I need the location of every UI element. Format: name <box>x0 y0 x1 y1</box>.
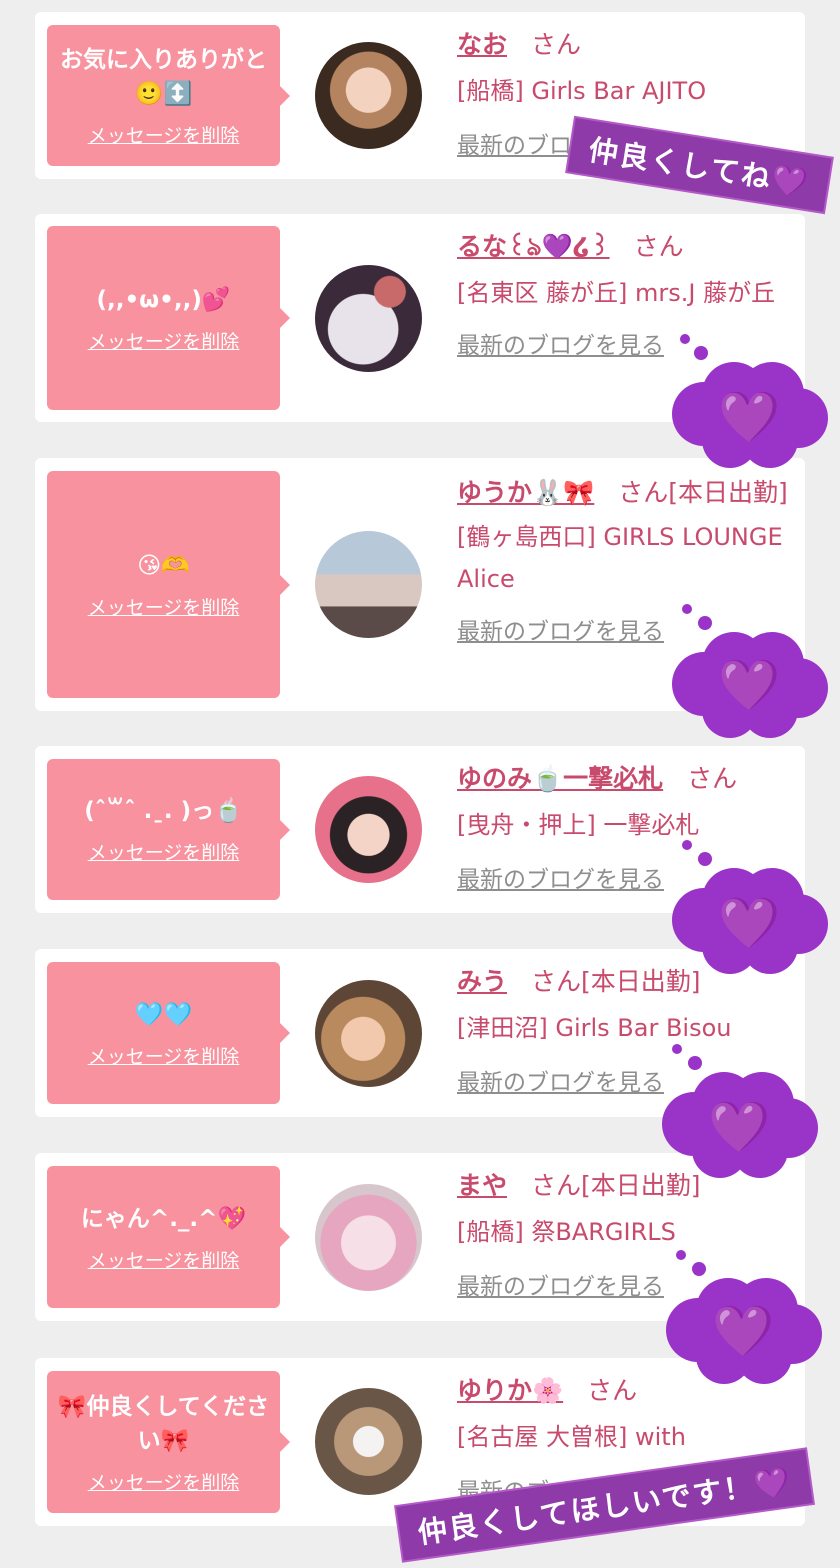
delete-message-link[interactable]: メッセージを削除 <box>88 838 240 865</box>
honorific: さん <box>587 1376 638 1405</box>
profile-name-link[interactable]: まや <box>457 1171 507 1200</box>
message-text: にゃん^._.^💖 <box>80 1205 247 1232</box>
honorific: さん <box>687 764 738 793</box>
latest-blog-link[interactable]: 最新のブログを見る <box>457 612 664 646</box>
message-bubble: (ˆ꒳ˆ .ˍ. )っ🍵 メッセージを削除 <box>47 759 290 900</box>
message-text: お気に入りありがと🙂↕️ <box>60 47 267 107</box>
avatar[interactable] <box>315 776 422 883</box>
thought-cloud-sticker: 💜 <box>658 1246 824 1386</box>
status-text: [本日出勤] <box>668 478 788 507</box>
message-bubble: (,,•ω•,,)💕 メッセージを削除 <box>47 226 290 410</box>
honorific: さん <box>618 478 669 507</box>
shop-name: [鶴ヶ島西口] GIRLS LOUNGE Alice <box>457 523 783 593</box>
heart-icon: 💜 <box>708 1098 771 1156</box>
message-bubble: 😘🫶 メッセージを削除 <box>47 471 290 698</box>
shop-name: [船橋] Girls Bar AJITO <box>457 77 707 105</box>
thought-cloud-sticker: 💜 <box>654 1040 820 1180</box>
thought-cloud-sticker: 💜 <box>664 836 830 976</box>
delete-message-link[interactable]: メッセージを削除 <box>88 593 240 620</box>
heart-icon: 💜 <box>718 894 781 952</box>
message-bubble: 🩵🩵 メッセージを削除 <box>47 962 290 1104</box>
thought-cloud-sticker: 💜 <box>664 600 830 740</box>
profile-name-link[interactable]: ゆりか🌸 <box>457 1376 563 1405</box>
avatar[interactable] <box>315 265 422 372</box>
profile-name-link[interactable]: なお <box>457 30 507 59</box>
honorific: さん <box>531 1171 582 1200</box>
avatar[interactable] <box>315 980 422 1087</box>
message-text: (ˆ꒳ˆ .ˍ. )っ🍵 <box>84 798 243 824</box>
profile-name-link[interactable]: るな꒰ঌ💜໒꒱ <box>457 232 610 261</box>
delete-message-link[interactable]: メッセージを削除 <box>88 327 240 354</box>
message-bubble: 🎀仲良くしてください🎀 メッセージを削除 <box>47 1371 290 1513</box>
profile-name-link[interactable]: ゆのみ🍵一撃必札 <box>457 764 663 793</box>
thought-cloud-sticker: 💜 <box>664 330 830 470</box>
honorific: さん <box>633 232 684 261</box>
avatar[interactable] <box>315 1388 422 1495</box>
message-text: (,,•ω•,,)💕 <box>96 286 231 313</box>
latest-blog-link[interactable]: 最新のブログを見る <box>457 1063 664 1097</box>
message-text: 😘🫶 <box>137 553 190 579</box>
heart-icon: 💜 <box>718 656 781 714</box>
delete-message-link[interactable]: メッセージを削除 <box>88 1246 240 1273</box>
heart-icon: 💜 <box>718 388 781 446</box>
latest-blog-link[interactable]: 最新のブログを見る <box>457 326 664 360</box>
message-text: 🩵🩵 <box>134 1001 193 1028</box>
delete-message-link[interactable]: メッセージを削除 <box>88 1468 240 1495</box>
latest-blog-link[interactable]: 最新のブログを見る <box>457 860 664 894</box>
message-text: 🎀仲良くしてください🎀 <box>57 1393 270 1454</box>
honorific: さん <box>531 30 582 59</box>
message-bubble: にゃん^._.^💖 メッセージを削除 <box>47 1166 290 1308</box>
avatar[interactable] <box>315 1184 422 1291</box>
delete-message-link[interactable]: メッセージを削除 <box>88 121 240 148</box>
avatar[interactable] <box>315 42 422 149</box>
delete-message-link[interactable]: メッセージを削除 <box>88 1042 240 1069</box>
shop-name: [名東区 藤が丘] mrs.J 藤が丘 <box>457 279 776 307</box>
shop-name: [名古屋 大曽根] with <box>457 1423 686 1451</box>
honorific: さん <box>531 967 582 996</box>
profile-name-link[interactable]: ゆうか🐰🎀 <box>457 478 594 507</box>
message-bubble: お気に入りありがと🙂↕️ メッセージを削除 <box>47 25 290 166</box>
latest-blog-link[interactable]: 最新のブログを見る <box>457 1267 664 1301</box>
profile-name-link[interactable]: みう <box>457 967 507 996</box>
heart-icon: 💜 <box>712 1302 775 1360</box>
avatar[interactable] <box>315 531 422 638</box>
